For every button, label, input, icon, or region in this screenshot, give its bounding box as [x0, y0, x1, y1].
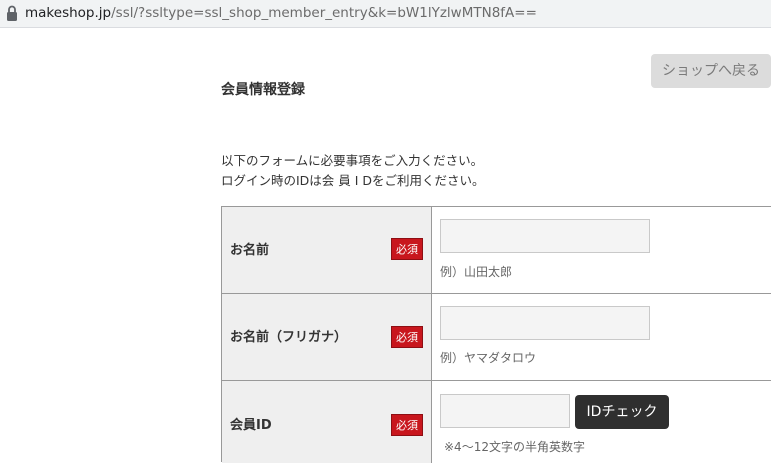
- name-input[interactable]: [440, 219, 650, 253]
- url-path: /ssl/?ssltype=ssl_shop_member_entry&k=bW…: [111, 5, 537, 21]
- lock-icon: [7, 5, 17, 21]
- form-row-name: お名前 必須 例）山田太郎: [222, 207, 771, 294]
- name-hint: 例）山田太郎: [440, 265, 513, 279]
- id-check-button[interactable]: IDチェック: [575, 395, 669, 429]
- field-label-member-id: 会員ID: [230, 418, 272, 433]
- member-id-input[interactable]: [440, 394, 570, 428]
- url-text[interactable]: makeshop.jp/ssl/?ssltype=ssl_shop_member…: [25, 4, 537, 22]
- intro-line-2: ログイン時のIDは会 員 I Dをご利用ください。: [221, 173, 485, 188]
- field-label-furigana: お名前（フリガナ）: [230, 330, 348, 345]
- required-badge: 必須: [391, 414, 423, 436]
- required-badge: 必須: [391, 238, 423, 260]
- furigana-input[interactable]: [440, 306, 650, 340]
- label-cell: 会員ID 必須: [222, 381, 432, 463]
- intro-text: 以下のフォームに必要事項をご入力ください。 ログイン時のIDは会 員 I Dをご…: [221, 151, 485, 191]
- label-cell: お名前（フリガナ） 必須: [222, 294, 432, 380]
- furigana-hint: 例）ヤマダタロウ: [440, 351, 537, 365]
- form-row-name-furigana: お名前（フリガナ） 必須 例）ヤマダタロウ: [222, 294, 771, 381]
- member-registration-form: お名前 必須 例）山田太郎 お名前（フリガナ） 必須 例）ヤマダタロウ 会員ID…: [221, 206, 771, 463]
- label-cell: お名前 必須: [222, 207, 432, 293]
- form-row-member-id: 会員ID 必須 IDチェック ※4～12文字の半角英数字: [222, 381, 771, 463]
- page-title: 会員情報登録: [221, 82, 305, 98]
- member-id-hint: ※4～12文字の半角英数字: [444, 440, 585, 454]
- back-to-shop-button[interactable]: ショップへ戻る: [651, 54, 771, 88]
- url-domain: makeshop.jp: [25, 5, 112, 21]
- browser-address-bar[interactable]: makeshop.jp/ssl/?ssltype=ssl_shop_member…: [0, 0, 771, 28]
- field-label-name: お名前: [230, 243, 270, 258]
- required-badge: 必須: [391, 326, 423, 348]
- intro-line-1: 以下のフォームに必要事項をご入力ください。: [221, 153, 484, 168]
